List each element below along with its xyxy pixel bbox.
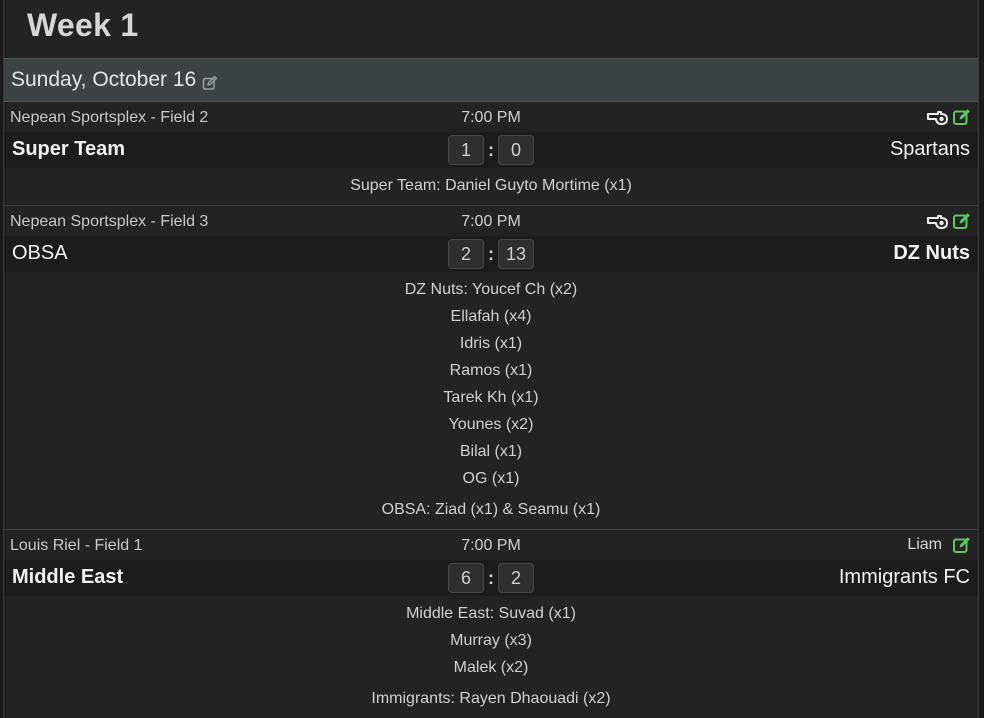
home-score: 1 <box>448 135 484 165</box>
week-title: Week 1 <box>27 7 139 43</box>
home-score: 6 <box>448 563 484 593</box>
scorer-line: Bilal (x1) <box>459 443 523 460</box>
whistle-icon[interactable] <box>926 211 948 231</box>
edit-game-icon[interactable] <box>952 107 972 127</box>
game-card: Nepean Sportsplex - Field 3 7:00 PM OBSA… <box>4 206 978 530</box>
game-actions: Liam <box>907 535 972 555</box>
scorer-line: Super Team: Daniel Guyto Mortime (x1) <box>350 177 632 194</box>
game-card: Nepean Sportsplex - Field 2 7:00 PM Supe… <box>4 102 978 206</box>
scorer-line: Murray (x3) <box>450 632 532 649</box>
away-score: 13 <box>498 239 534 269</box>
away-score: 2 <box>498 563 534 593</box>
away-team[interactable]: DZ Nuts <box>893 242 970 265</box>
score-separator: : <box>488 244 494 264</box>
edit-game-icon[interactable] <box>952 211 972 231</box>
score-box: 1 : 0 <box>4 135 978 165</box>
score-row: Middle East 6 : 2 Immigrants FC <box>4 560 978 596</box>
score-row: OBSA 2 : 13 DZ Nuts <box>4 236 978 272</box>
game-meta: Louis Riel - Field 1 7:00 PM Liam <box>4 530 978 560</box>
game-actions <box>926 211 972 231</box>
scorer-line: Younes (x2) <box>448 416 534 433</box>
scorer-line: Idris (x1) <box>459 335 523 352</box>
home-score: 2 <box>448 239 484 269</box>
edit-date-icon[interactable] <box>202 73 218 90</box>
scorer-line: Ellafah (x4) <box>450 308 532 325</box>
game-meta: Nepean Sportsplex - Field 3 7:00 PM <box>4 206 978 236</box>
game-time: 7:00 PM <box>461 537 521 554</box>
scorer-line: Ramos (x1) <box>449 362 533 379</box>
scorers-list: DZ Nuts: Youcef Ch (x2) Ellafah (x4) Idr… <box>4 272 978 529</box>
edit-game-icon[interactable] <box>952 535 972 555</box>
whistle-icon[interactable] <box>926 107 948 127</box>
game-meta: Nepean Sportsplex - Field 2 7:00 PM <box>4 102 978 132</box>
referee-name[interactable]: Liam <box>907 536 942 554</box>
scorer-line: OG (x1) <box>462 470 520 487</box>
day-header: Sunday, October 16 <box>4 58 978 102</box>
game-card: Louis Riel - Field 1 7:00 PM Liam Middle… <box>4 530 978 718</box>
away-team[interactable]: Immigrants FC <box>839 566 970 589</box>
game-time: 7:00 PM <box>461 109 521 126</box>
away-score: 0 <box>498 135 534 165</box>
score-box: 6 : 2 <box>4 563 978 593</box>
schedule-panel: Week 1 Sunday, October 16 Nepean Sportsp… <box>3 0 979 718</box>
score-separator: : <box>488 140 494 160</box>
score-separator: : <box>488 568 494 588</box>
scorer-line: Tarek Kh (x1) <box>443 389 539 406</box>
game-actions <box>926 107 972 127</box>
scorer-line: Middle East: Suvad (x1) <box>406 605 576 622</box>
scorer-line: Immigrants: Rayen Dhaouadi (x2) <box>371 690 611 707</box>
scorers-list: Super Team: Daniel Guyto Mortime (x1) <box>4 168 978 205</box>
day-label: Sunday, October 16 <box>11 68 197 91</box>
scorers-list: Middle East: Suvad (x1) Murray (x3) Male… <box>4 596 978 718</box>
scorer-line: OBSA: Ziad (x1) & Seamu (x1) <box>381 501 601 518</box>
scorer-line: Malek (x2) <box>453 659 529 676</box>
scorer-line: DZ Nuts: Youcef Ch (x2) <box>404 281 578 298</box>
score-box: 2 : 13 <box>4 239 978 269</box>
score-row: Super Team 1 : 0 Spartans <box>4 132 978 168</box>
game-time: 7:00 PM <box>461 213 521 230</box>
away-team[interactable]: Spartans <box>890 138 970 161</box>
